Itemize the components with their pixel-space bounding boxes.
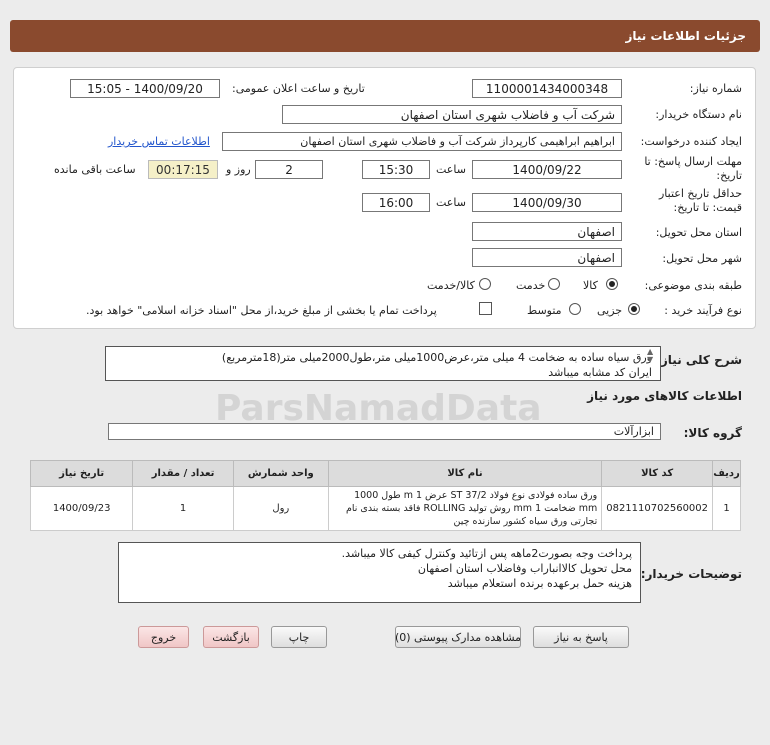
buyer-notes-line1: پرداخت وجه بصورت2ماهه پس ازتائید وکنترل … bbox=[341, 547, 632, 560]
city-label: شهر محل تحویل: bbox=[662, 252, 742, 265]
days-remaining-field: 2 bbox=[255, 160, 323, 179]
buyer-notes-label: توضیحات خریدار: bbox=[640, 567, 742, 581]
col-unit: واحد شمارش bbox=[232, 460, 329, 487]
col-date: تاریخ نیاز bbox=[29, 460, 134, 487]
page-title: جزئیات اطلاعات نیاز bbox=[625, 29, 746, 43]
category-option-both: کالا/خدمت bbox=[427, 279, 475, 292]
exit-button[interactable]: خروج bbox=[138, 626, 189, 648]
countdown-timer: 00:17:15 bbox=[148, 160, 218, 179]
province-label: استان محل تحویل: bbox=[655, 226, 742, 239]
purchase-type-label: نوع فرآیند خرید : bbox=[664, 304, 742, 317]
price-validity-label: حداقل تاریخ اعتبار bbox=[658, 187, 742, 200]
buyer-notes-box: پرداخت وجه بصورت2ماهه پس ازتائید وکنترل … bbox=[118, 542, 641, 603]
col-name: نام کالا bbox=[327, 460, 603, 487]
row-code: 0821110702560002 bbox=[601, 486, 714, 531]
deadline-label-date: تاریخ: bbox=[716, 169, 742, 182]
treasury-checkbox[interactable] bbox=[479, 302, 492, 315]
row-name-line1: ورق ساده فولادی نوع فولاد ST 37/2 عرض 1 … bbox=[354, 490, 598, 501]
row-index: 1 bbox=[712, 486, 741, 531]
row-name: ورق ساده فولادی نوع فولاد ST 37/2 عرض 1 … bbox=[327, 486, 603, 531]
goods-group-field: ابزارآلات bbox=[108, 423, 661, 440]
deadline-label: مهلت ارسال پاسخ: تا bbox=[644, 155, 742, 168]
treasury-note: پرداخت تمام یا بخشی از مبلغ خرید،از محل … bbox=[86, 304, 437, 317]
row-date: 1400/09/23 bbox=[29, 486, 134, 531]
deadline-date-field: 1400/09/22 bbox=[472, 160, 622, 179]
city-field: اصفهان bbox=[472, 248, 622, 267]
goods-table-header: ردیف کد کالا نام کالا واحد شمارش تعداد /… bbox=[29, 460, 741, 487]
buyer-org-field: شرکت آب و فاضلاب شهری استان اصفهان bbox=[282, 105, 622, 124]
price-validity-label-date: قیمت: تا تاریخ: bbox=[673, 201, 742, 214]
category-option-goods: کالا bbox=[583, 279, 598, 292]
deadline-time-label: ساعت bbox=[436, 163, 466, 176]
general-desc-label: شرح کلی نیاز: bbox=[656, 353, 742, 367]
remaining-label: ساعت باقی مانده bbox=[54, 163, 136, 176]
validity-time-field: 16:00 bbox=[362, 193, 430, 212]
goods-section-title: اطلاعات کالاهای مورد نیاز bbox=[587, 389, 742, 403]
category-radio-both[interactable] bbox=[479, 278, 491, 290]
deadline-time-field: 15:30 bbox=[362, 160, 430, 179]
announce-field: 1400/09/20 - 15:05 bbox=[70, 79, 220, 98]
view-attachments-button[interactable]: مشاهده مدارک پیوستی (0) bbox=[395, 626, 521, 648]
col-index: ردیف bbox=[712, 460, 741, 487]
province-field: اصفهان bbox=[472, 222, 622, 241]
print-button[interactable]: چاپ bbox=[271, 626, 327, 648]
col-code: کد کالا bbox=[601, 460, 714, 487]
purchase-radio-medium[interactable] bbox=[569, 303, 581, 315]
buyer-org-label: نام دستگاه خریدار: bbox=[655, 108, 742, 121]
buyer-notes-line2: محل تحویل کالاانباراب وفاضلاب استان اصفه… bbox=[417, 562, 632, 575]
col-qty: تعداد / مقدار bbox=[132, 460, 234, 487]
validity-time-label: ساعت bbox=[436, 196, 466, 209]
scroll-arrows-icon[interactable]: ▲ ▼ bbox=[647, 348, 653, 364]
category-radio-goods[interactable] bbox=[606, 278, 618, 290]
reply-button[interactable]: پاسخ به نیاز bbox=[533, 626, 629, 648]
table-row: 1 0821110702560002 ورق ساده فولادی نوع ف… bbox=[29, 486, 741, 531]
page-header: جزئیات اطلاعات نیاز bbox=[10, 20, 760, 52]
announce-label: تاریخ و ساعت اعلان عمومی: bbox=[232, 82, 365, 95]
row-name-line3: تجارتی ورق سیاه کشور سازنده چین bbox=[453, 516, 598, 527]
purchase-radio-minor[interactable] bbox=[628, 303, 640, 315]
category-radio-service[interactable] bbox=[548, 278, 560, 290]
buyer-notes-line3: هزینه حمل برعهده برنده استعلام میباشد bbox=[447, 577, 632, 590]
need-number-field: 1100001434000348 bbox=[472, 79, 622, 98]
row-name-line2: mm ضخامت 1 mm روش تولید ROLLING فاقد بست… bbox=[345, 503, 598, 514]
purchase-option-medium: متوسط bbox=[527, 304, 562, 317]
row-unit: رول bbox=[232, 486, 329, 531]
goods-group-label: گروه کالا: bbox=[683, 426, 742, 440]
general-desc-line1: ورق سیاه ساده به ضخامت 4 میلی متر،عرض100… bbox=[221, 351, 652, 364]
category-option-service: خدمت bbox=[516, 279, 546, 292]
validity-date-field: 1400/09/30 bbox=[472, 193, 622, 212]
creator-field: ابراهیم ابراهیمی کارپرداز شرکت آب و فاضل… bbox=[222, 132, 622, 151]
category-label: طبقه بندی موضوعی: bbox=[644, 279, 742, 292]
row-qty: 1 bbox=[132, 486, 234, 531]
back-button[interactable]: بازگشت bbox=[203, 626, 259, 648]
creator-label: ایجاد کننده درخواست: bbox=[640, 135, 742, 148]
purchase-option-minor: جزیی bbox=[597, 304, 623, 317]
need-number-label: شماره نیاز: bbox=[689, 82, 742, 95]
general-desc-box: ورق سیاه ساده به ضخامت 4 میلی متر،عرض100… bbox=[105, 346, 661, 381]
general-desc-line2: ایران کد مشابه میباشد bbox=[548, 366, 652, 379]
contact-info-link[interactable]: اطلاعات تماس خریدار bbox=[108, 135, 210, 148]
goods-table: ردیف کد کالا نام کالا واحد شمارش تعداد /… bbox=[29, 460, 741, 531]
days-label: روز و bbox=[226, 163, 251, 176]
